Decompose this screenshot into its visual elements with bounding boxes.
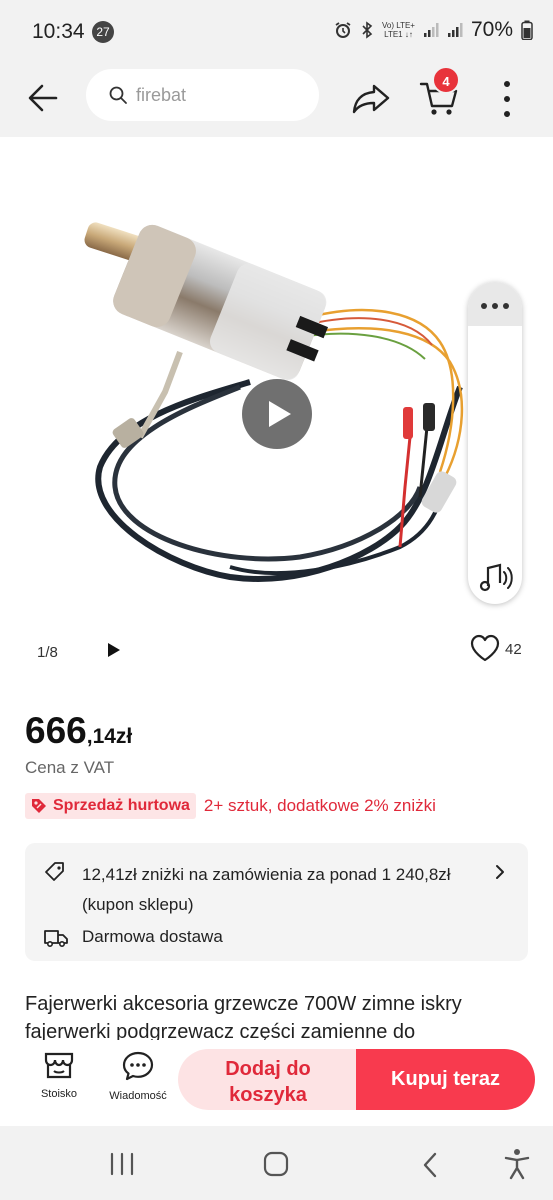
more-vertical-icon [504,81,510,117]
heart-icon[interactable] [470,634,500,662]
wholesale-badge: Sprzedaż hurtowa [25,793,196,819]
cart-count-badge: 4 [432,66,460,94]
floating-side-panel[interactable] [468,282,522,604]
image-page-indicator: 1/8 [37,644,58,661]
coupon-line-2: (kupon sklepu) [82,895,194,914]
chat-bubble-icon [122,1051,154,1081]
wholesale-badge-label: Sprzedaż hurtowa [53,797,190,814]
video-play-button[interactable] [242,379,312,449]
product-title: Fajerwerki akcesoria grzewcze 700W zimne… [25,993,462,1040]
bluetooth-icon [362,21,373,39]
add-to-cart-button[interactable]: Dodaj do koszyka [178,1049,358,1110]
battery-icon [521,20,533,40]
gallery-controls: 1/8 42 [0,624,553,680]
like-count: 42 [505,641,522,658]
store-icon [44,1052,74,1079]
coupon-text: 12,41zł zniżki na zamówienia za ponad 1 … [82,860,482,920]
store-label: Stoisko [40,1088,78,1100]
messages-button[interactable]: Wiadomość [106,1050,170,1110]
alarm-icon [335,22,351,38]
more-options-button[interactable] [494,76,520,122]
store-button[interactable]: Stoisko [32,1050,86,1110]
status-bar: 10:34 27 Vo) LTE+ LTE1 ↓↑ 70% [0,0,553,62]
back-arrow-icon [28,84,58,112]
search-input[interactable]: firebat [86,69,319,121]
product-image-gallery[interactable] [0,137,553,624]
chevron-right-icon[interactable] [493,863,507,881]
play-icon [269,401,291,427]
notification-count-badge: 27 [92,21,114,43]
coupon-tag-icon [45,862,64,881]
search-icon [109,86,127,104]
product-price: 666,14zł [25,710,132,752]
signal-icon [423,23,439,37]
signal-icon-2 [447,23,463,37]
add-to-cart-line-2: koszyka [229,1084,307,1106]
vat-label: Cena z VAT [25,758,115,777]
system-navigation-bar [0,1126,553,1200]
free-delivery-text: Darmowa dostawa [82,927,223,946]
top-navigation: firebat 4 [0,62,553,137]
music-sound-icon[interactable] [478,560,514,594]
price-integer: 666 [25,710,87,751]
status-icons: Vo) LTE+ LTE1 ↓↑ 70% [334,18,533,42]
accessibility-icon[interactable] [503,1148,531,1180]
network-type: Vo) LTE+ LTE1 ↓↑ [382,21,415,39]
truck-icon [44,930,68,948]
search-placeholder: firebat [136,85,187,105]
battery-percentage: 70% [470,18,513,41]
tag-icon [32,799,46,813]
buy-now-button[interactable]: Kupuj teraz [356,1049,535,1110]
recent-apps-icon[interactable] [108,1152,136,1176]
coupon-line-1: 12,41zł zniżki na zamówienia za ponad 1 … [82,865,451,884]
home-icon[interactable] [263,1151,289,1177]
network-top-label: Vo) LTE+ [381,21,415,30]
price-fraction: ,14zł [86,725,133,748]
wholesale-discount-text: 2+ sztuk, dodatkowe 2% zniżki [203,796,436,815]
back-button[interactable] [24,78,64,118]
status-time: 10:34 [32,20,85,43]
messages-label: Wiadomość [109,1090,167,1102]
bottom-action-bar: Stoisko Wiadomość Dodaj do koszyka Kupuj… [0,1040,553,1126]
share-button[interactable] [350,78,392,118]
system-back-icon[interactable] [420,1151,440,1179]
small-play-icon[interactable] [108,643,120,657]
wholesale-offer: Sprzedaż hurtowa 2+ sztuk, dodatkowe 2% … [25,793,436,819]
add-to-cart-line-1: Dodaj do [225,1058,311,1080]
share-icon [352,84,390,114]
promotions-card[interactable]: 12,41zł zniżki na zamówienia za ponad 1 … [25,843,528,961]
network-bottom-label: LTE1 ↓↑ [384,30,413,39]
